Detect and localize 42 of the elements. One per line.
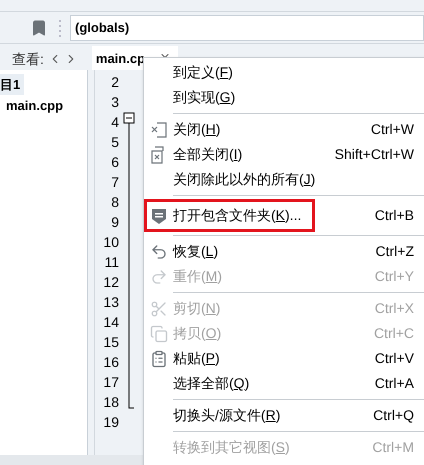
menu-item-label: 关闭除此以外的所有(J): [173, 170, 316, 189]
shortcut-text: Ctrl+W: [370, 120, 414, 139]
menu-item-label: 选择全部(Q): [173, 374, 250, 393]
shortcut-text: Ctrl+A: [374, 374, 414, 393]
line-number: 18: [102, 392, 119, 412]
shortcut-text: Ctrl+Q: [373, 406, 414, 425]
shortcut-text: Ctrl+X: [374, 299, 414, 318]
shortcut-text: Ctrl+V: [374, 349, 414, 368]
line-number: 2: [110, 72, 119, 92]
line-number: 19: [102, 412, 119, 432]
line-number: 4: [110, 112, 119, 132]
line-number: 14: [102, 312, 119, 332]
line-number: 3: [110, 92, 119, 112]
line-number: 7: [110, 172, 119, 192]
menu-item-label: 关闭(H): [173, 120, 220, 139]
line-number: 9: [110, 212, 119, 232]
menu-item-label: 全部关闭(I): [173, 145, 242, 164]
menu-item-label: 拷贝(O): [173, 324, 222, 343]
line-number: 10: [102, 232, 119, 252]
menu-item-label: 转换到其它视图(S): [173, 438, 290, 457]
line-number: 17: [102, 372, 119, 392]
line-number: 8: [110, 192, 119, 212]
shortcut-text: Ctrl+C: [374, 324, 414, 343]
line-number: 6: [110, 152, 119, 172]
line-number: 15: [102, 332, 119, 352]
shortcut-text: Ctrl+B: [374, 206, 414, 225]
shortcut-text: Ctrl+M: [372, 438, 414, 457]
shortcut-text: Ctrl+Y: [374, 267, 414, 286]
line-number: 12: [102, 272, 119, 292]
line-number: 5: [110, 132, 119, 152]
menu-item-label: 打开包含文件夹(K)...: [173, 206, 302, 225]
menu-item-label: 剪切(N): [173, 299, 220, 318]
menu-item-label: 粘贴(P): [173, 349, 220, 368]
menu-item-label: 到实现(G): [173, 88, 236, 107]
line-number: 16: [102, 352, 119, 372]
menu-item-label: 恢复(L): [173, 242, 218, 261]
line-number: 11: [103, 252, 119, 272]
menu-item-label: 重作(M): [173, 267, 222, 286]
shortcut-text: Shift+Ctrl+W: [334, 145, 414, 164]
menu-item-label: 切换头/源文件(R): [173, 406, 280, 425]
line-number: 13: [102, 292, 119, 312]
shortcut-text: Ctrl+Z: [376, 242, 414, 261]
